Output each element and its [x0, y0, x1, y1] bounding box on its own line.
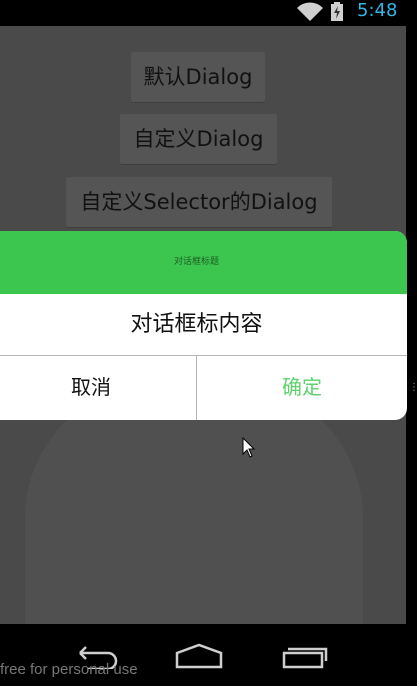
recents-icon[interactable] — [280, 641, 328, 669]
status-bar: 5:48 — [0, 0, 417, 26]
dialog: 对话框标题 对话框标内容 取消 确定 — [0, 231, 407, 420]
battery-charging-icon — [331, 2, 343, 21]
cancel-button[interactable]: 取消 — [0, 356, 197, 420]
home-icon[interactable] — [175, 641, 223, 669]
watermark: free for personal use — [0, 661, 138, 678]
custom-dialog-button[interactable]: 自定义Dialog — [120, 114, 277, 164]
edge-indicator: ⋮ — [409, 382, 417, 393]
status-clock: 5:48 — [357, 0, 398, 21]
dialog-actions: 取消 确定 — [0, 356, 407, 420]
default-dialog-button[interactable]: 默认Dialog — [131, 52, 265, 102]
dialog-content: 对话框标内容 — [0, 294, 407, 356]
custom-selector-dialog-button[interactable]: 自定义Selector的Dialog — [66, 177, 332, 227]
dialog-title: 对话框标题 — [0, 231, 407, 294]
mouse-cursor-icon — [242, 437, 256, 458]
screen-edge — [406, 26, 417, 624]
wifi-icon — [297, 2, 323, 21]
confirm-button[interactable]: 确定 — [197, 356, 407, 420]
